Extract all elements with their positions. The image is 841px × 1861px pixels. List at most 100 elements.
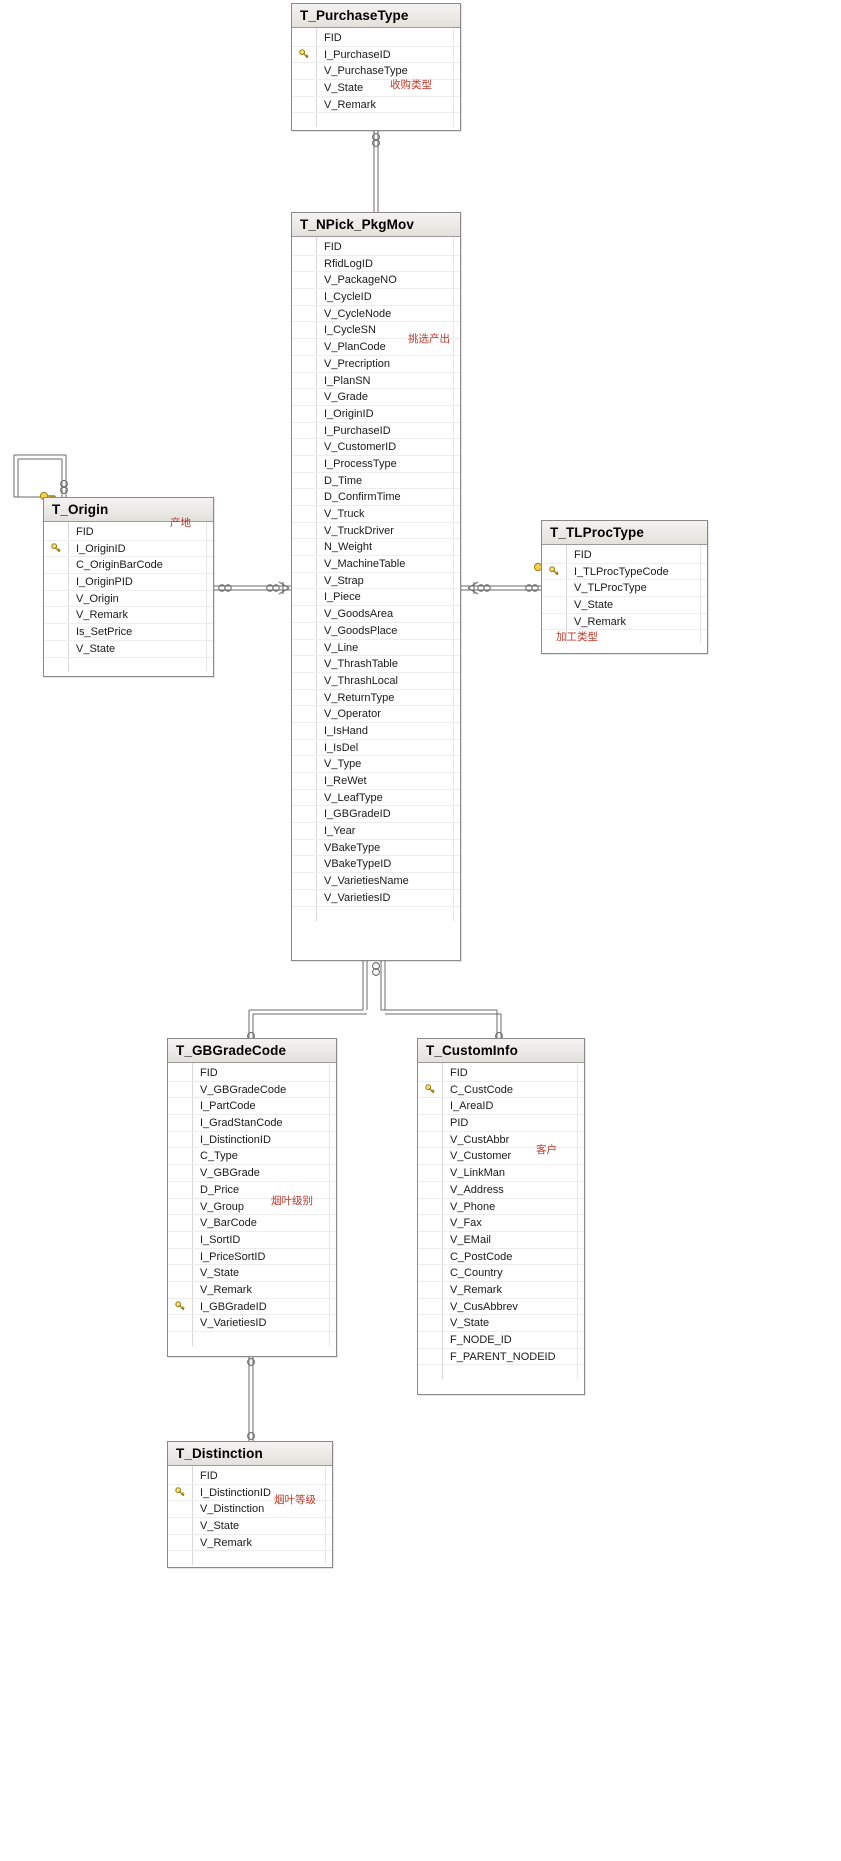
field-row[interactable]: V_Remark xyxy=(168,1282,336,1299)
field-row[interactable]: C_OriginBarCode xyxy=(44,557,213,575)
field-row[interactable]: F_PARENT_NODEID xyxy=(418,1349,584,1366)
field-row[interactable]: V_State xyxy=(44,641,213,658)
field-row[interactable]: I_Year xyxy=(292,823,460,840)
entity-title: T_PurchaseType xyxy=(292,4,460,28)
field-row[interactable]: FID xyxy=(542,547,707,564)
field-row[interactable]: I_PlanSN xyxy=(292,373,460,390)
field-row[interactable]: F_NODE_ID xyxy=(418,1332,584,1349)
field-row[interactable]: N_Weight xyxy=(292,539,460,557)
field-row[interactable]: V_Remark xyxy=(44,607,213,625)
field-row[interactable]: D_ConfirmTime xyxy=(292,489,460,506)
field-row[interactable]: Is_SetPrice xyxy=(44,624,213,641)
field-row[interactable]: D_Time xyxy=(292,473,460,490)
field-row[interactable]: V_LinkMan xyxy=(418,1165,584,1182)
field-gutter xyxy=(168,1501,192,1517)
field-row[interactable]: V_CustomerID xyxy=(292,439,460,456)
field-row[interactable]: V_Remark xyxy=(418,1282,584,1299)
field-row[interactable]: I_ReWet xyxy=(292,773,460,790)
field-row[interactable]: I_SortID xyxy=(168,1232,336,1249)
field-row[interactable]: VBakeType xyxy=(292,840,460,857)
field-row[interactable]: V_Strap xyxy=(292,573,460,590)
field-row[interactable]: RfidLogID xyxy=(292,256,460,273)
field-row[interactable]: FID xyxy=(168,1468,332,1485)
field-row[interactable]: V_TLProcType xyxy=(542,580,707,598)
field-row[interactable]: I_DistinctionID xyxy=(168,1132,336,1149)
field-name: V_Phone xyxy=(450,1200,496,1213)
field-row[interactable]: V_GoodsArea xyxy=(292,606,460,623)
field-row[interactable]: I_IsHand xyxy=(292,723,460,740)
field-row[interactable]: FID xyxy=(168,1065,336,1082)
field-row[interactable]: V_State xyxy=(292,80,460,97)
field-row[interactable]: V_MachineTable xyxy=(292,556,460,573)
field-row-primary-key[interactable]: I_OriginID xyxy=(44,541,213,558)
field-row[interactable]: V_Phone xyxy=(418,1199,584,1216)
field-row[interactable]: V_CycleNode xyxy=(292,306,460,323)
field-row[interactable]: I_PriceSortID xyxy=(168,1249,336,1266)
field-row-primary-key[interactable]: C_CustCode xyxy=(418,1082,584,1099)
field-row[interactable]: V_Customer xyxy=(418,1148,584,1166)
field-row[interactable]: V_CustAbbr xyxy=(418,1132,584,1149)
field-row[interactable]: VBakeTypeID xyxy=(292,856,460,874)
field-gutter xyxy=(292,423,316,439)
field-row[interactable]: V_PurchaseType xyxy=(292,63,460,81)
field-row[interactable]: C_Type xyxy=(168,1148,336,1166)
field-row[interactable]: V_State xyxy=(418,1315,584,1332)
field-row[interactable]: V_Address xyxy=(418,1182,584,1199)
field-row[interactable]: V_VarietiesID xyxy=(292,890,460,907)
field-row[interactable]: V_Precription xyxy=(292,356,460,373)
field-row[interactable]: V_VarietiesID xyxy=(168,1315,336,1332)
field-row[interactable]: V_PackageNO xyxy=(292,272,460,290)
field-row[interactable]: V_GoodsPlace xyxy=(292,623,460,640)
field-row[interactable]: I_CycleID xyxy=(292,289,460,306)
entity-t-purchasetype[interactable]: T_PurchaseType FID I_PurchaseID V_Purchase… xyxy=(291,3,461,131)
field-row[interactable]: C_PostCode xyxy=(418,1249,584,1266)
field-row[interactable]: V_Fax xyxy=(418,1215,584,1232)
field-row[interactable]: V_Type xyxy=(292,756,460,773)
field-row[interactable]: V_Line xyxy=(292,640,460,657)
field-row[interactable]: I_GradStanCode xyxy=(168,1115,336,1132)
field-row[interactable]: I_IsDel xyxy=(292,740,460,757)
field-row[interactable]: V_ThrashTable xyxy=(292,656,460,673)
field-name: I_PlanSN xyxy=(324,374,371,387)
field-row[interactable]: V_Grade xyxy=(292,389,460,406)
field-row[interactable]: V_BarCode xyxy=(168,1215,336,1232)
field-row[interactable]: I_OriginID xyxy=(292,406,460,423)
field-row[interactable]: V_Operator xyxy=(292,706,460,723)
entity-t-custominfo[interactable]: T_CustomInfo FID C_CustCode I_AreaID PID V_C… xyxy=(417,1038,585,1395)
field-row[interactable]: FID xyxy=(292,239,460,256)
field-row[interactable]: V_CusAbbrev xyxy=(418,1299,584,1316)
field-row[interactable]: V_ThrashLocal xyxy=(292,673,460,690)
entity-t-npick-pkgmov[interactable]: T_NPick_PkgMov FID RfidLogID V_PackageNO I_… xyxy=(291,212,461,961)
field-row[interactable]: V_TruckDriver xyxy=(292,523,460,540)
field-row[interactable]: V_Remark xyxy=(542,614,707,631)
field-name: V_ThrashTable xyxy=(324,658,398,671)
field-gutter xyxy=(168,1165,192,1181)
field-row-primary-key[interactable]: I_PurchaseID xyxy=(292,47,460,64)
field-row[interactable]: I_GBGradeID xyxy=(292,806,460,824)
field-row[interactable]: V_Origin xyxy=(44,591,213,608)
field-row[interactable]: FID xyxy=(292,30,460,47)
field-row[interactable]: I_PurchaseID xyxy=(292,423,460,440)
field-row[interactable]: V_Remark xyxy=(168,1535,332,1552)
field-row[interactable]: I_Piece xyxy=(292,589,460,607)
field-row[interactable]: C_Country xyxy=(418,1265,584,1282)
field-row[interactable]: PID xyxy=(418,1115,584,1132)
field-row[interactable]: V_State xyxy=(168,1265,336,1282)
field-row[interactable]: V_EMail xyxy=(418,1232,584,1249)
field-row[interactable]: V_GBGradeCode xyxy=(168,1082,336,1099)
field-row[interactable]: I_AreaID xyxy=(418,1098,584,1116)
field-row[interactable]: V_ReturnType xyxy=(292,690,460,707)
field-row[interactable]: I_PartCode xyxy=(168,1098,336,1116)
field-row-primary-key[interactable]: I_GBGradeID xyxy=(168,1299,336,1316)
field-row[interactable]: V_Remark xyxy=(292,97,460,114)
field-row[interactable]: V_LeafType xyxy=(292,790,460,807)
field-row[interactable]: V_State xyxy=(168,1518,332,1535)
field-row[interactable]: FID xyxy=(418,1065,584,1082)
field-row[interactable]: V_VarietiesName xyxy=(292,873,460,890)
field-row[interactable]: I_ProcessType xyxy=(292,456,460,473)
field-row[interactable]: I_OriginPID xyxy=(44,574,213,591)
field-row[interactable]: V_GBGrade xyxy=(168,1165,336,1182)
field-row[interactable]: V_Truck xyxy=(292,506,460,523)
field-row[interactable]: V_State xyxy=(542,597,707,614)
field-row-primary-key[interactable]: I_TLProcTypeCode xyxy=(542,564,707,581)
